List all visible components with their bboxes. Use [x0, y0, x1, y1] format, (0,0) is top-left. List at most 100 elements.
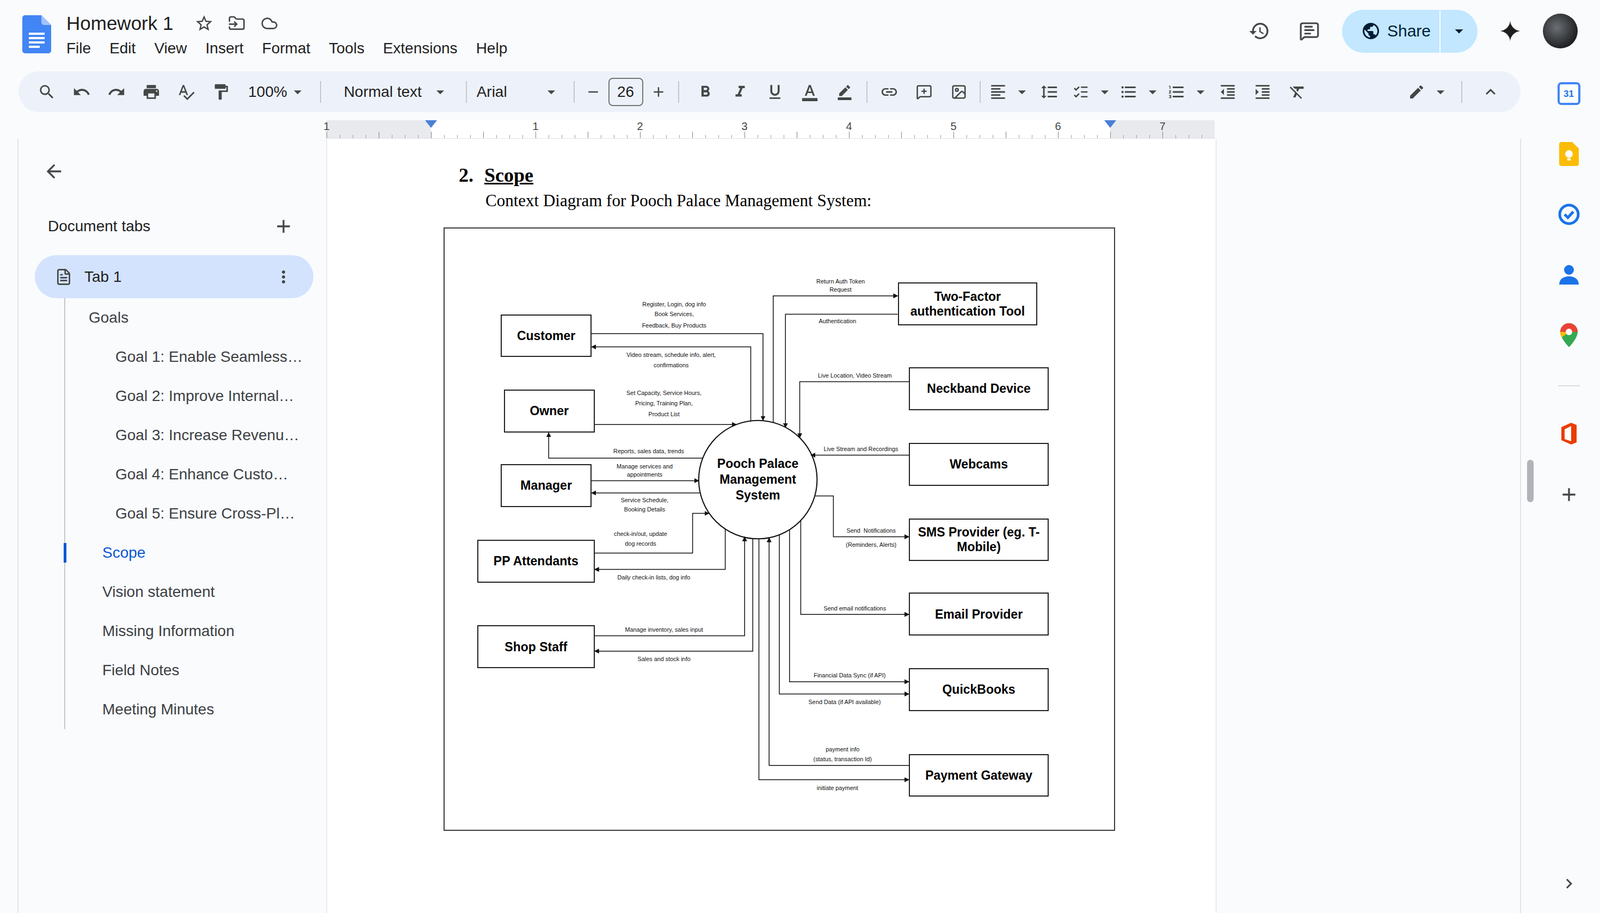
- share-button[interactable]: Share: [1342, 9, 1478, 53]
- dropdown-arrow[interactable]: [1430, 82, 1451, 102]
- bold-button[interactable]: [687, 76, 723, 108]
- external-entity: PP Attendants: [477, 539, 595, 583]
- dropdown-arrow[interactable]: [1142, 82, 1163, 102]
- add-comment-button[interactable]: [906, 76, 942, 108]
- underline-button[interactable]: [757, 76, 793, 108]
- outline-item[interactable]: Goal 1: Enable Seamless…: [65, 337, 327, 377]
- document-tab[interactable]: Tab 1: [34, 255, 314, 299]
- insert-link-button[interactable]: [871, 76, 907, 108]
- increase-indent-button[interactable]: [1245, 76, 1280, 108]
- panel-header: Document tabs: [18, 210, 327, 243]
- checklist-button[interactable]: [1066, 76, 1095, 108]
- line-spacing-button[interactable]: [1031, 76, 1067, 108]
- dropdown-arrow-icon: [288, 82, 307, 102]
- ruler-label: 6: [1054, 120, 1061, 133]
- move-button[interactable]: [220, 10, 254, 37]
- hide-side-panel-button[interactable]: [1559, 874, 1579, 894]
- account-avatar[interactable]: [1542, 13, 1578, 49]
- data-flow: Return Auth TokenRequest: [773, 278, 898, 423]
- editing-mode-button[interactable]: [1402, 76, 1431, 108]
- dropdown-arrow[interactable]: [431, 82, 450, 102]
- gemini-button[interactable]: [1492, 13, 1528, 49]
- spellcheck-button[interactable]: [168, 76, 204, 108]
- outline-item[interactable]: Meeting Minutes: [65, 690, 327, 730]
- hide-menus-button[interactable]: [1473, 76, 1509, 108]
- dropdown-arrow[interactable]: [542, 82, 561, 102]
- menu-item[interactable]: Tools: [322, 36, 371, 61]
- dropdown-arrow[interactable]: [287, 82, 309, 102]
- highlight-button[interactable]: [827, 76, 863, 108]
- flow-label: Request: [829, 286, 852, 293]
- menu-item[interactable]: Format: [255, 36, 318, 61]
- diagram-caption: Context Diagram for Pooch Palace Managem…: [485, 191, 1216, 211]
- font-dropdown[interactable]: Arial: [474, 76, 566, 108]
- maps-app-button[interactable]: [1552, 318, 1586, 352]
- dropdown-arrow[interactable]: [1094, 82, 1115, 102]
- search-menus-button[interactable]: [29, 76, 65, 108]
- italic-button[interactable]: [722, 76, 758, 108]
- calendar-app-button[interactable]: 31: [1552, 77, 1586, 110]
- clear-formatting-icon: [1288, 82, 1307, 102]
- zoom-dropdown[interactable]: 100%: [238, 76, 313, 108]
- document-page[interactable]: 2.ScopeContext Diagram for Pooch Palace …: [326, 138, 1217, 913]
- outline-item[interactable]: Missing Information: [65, 611, 327, 651]
- decrease-font-size-button[interactable]: [582, 76, 605, 108]
- contacts-app-button[interactable]: [1552, 258, 1586, 292]
- flow-label: Reports, sales data, trends: [613, 447, 685, 455]
- menu-item[interactable]: View: [147, 36, 194, 61]
- decrease-indent-button[interactable]: [1210, 76, 1246, 108]
- globe-icon: [1361, 21, 1381, 41]
- docs-logo-icon[interactable]: [22, 15, 52, 54]
- menu-item[interactable]: Insert: [199, 36, 251, 61]
- menu-item[interactable]: Extensions: [376, 36, 465, 61]
- data-flow: Send Notifications(Reminders, Alerts): [815, 496, 910, 549]
- redo-button[interactable]: [99, 76, 134, 108]
- get-addons-button[interactable]: [1552, 478, 1586, 512]
- outline-item[interactable]: Goal 3: Increase Revenu…: [65, 415, 327, 455]
- align-button[interactable]: [983, 76, 1013, 108]
- font-size-field[interactable]: 26: [608, 77, 644, 107]
- process-circle: [698, 420, 818, 540]
- increase-font-size-button[interactable]: [647, 76, 670, 108]
- data-flow: Authentication: [785, 314, 898, 428]
- scrollbar-thumb[interactable]: [1527, 459, 1534, 503]
- outline-item[interactable]: Goals: [65, 298, 327, 338]
- paint-format-button[interactable]: [203, 76, 239, 108]
- clear-formatting-button[interactable]: [1280, 76, 1315, 108]
- text-color-button[interactable]: [792, 76, 828, 108]
- outline-item[interactable]: Goal 2: Improve Internal…: [65, 376, 327, 416]
- add-tab-icon[interactable]: [272, 215, 295, 238]
- outline-item[interactable]: Goal 5: Ensure Cross-Pl…: [65, 494, 327, 534]
- flow-arrow: [594, 528, 726, 570]
- keep-app-button[interactable]: [1552, 137, 1586, 171]
- document-title[interactable]: Homework 1: [59, 12, 180, 35]
- outline-item[interactable]: Goal 4: Enhance Custo…: [65, 454, 327, 495]
- menu-item[interactable]: Help: [469, 36, 515, 61]
- numbered-list-button[interactable]: [1162, 76, 1191, 108]
- flow-label: Manage inventory, sales input: [624, 626, 703, 633]
- menu-item[interactable]: File: [59, 36, 98, 61]
- title-block: Homework 1FileEditViewInsertFormatToolsE…: [59, 10, 514, 61]
- star-button[interactable]: [187, 10, 221, 37]
- more-options-icon: [273, 267, 294, 287]
- tasks-app-button[interactable]: [1552, 198, 1586, 231]
- outline-item[interactable]: Vision statement: [65, 572, 327, 612]
- menu-item[interactable]: Edit: [102, 36, 143, 61]
- paragraph-style-dropdown[interactable]: Normal text: [328, 76, 459, 108]
- undo-button[interactable]: [64, 76, 100, 108]
- save-status-button[interactable]: [253, 10, 286, 37]
- close-panel-button[interactable]: [18, 155, 327, 188]
- addon-app-button[interactable]: [1552, 417, 1586, 451]
- flow-label: Feedback, Buy Products: [642, 322, 707, 329]
- version-history-button[interactable]: [1241, 13, 1277, 49]
- checklist-icon: [1072, 83, 1089, 101]
- dropdown-arrow[interactable]: [1190, 82, 1211, 102]
- insert-image-button[interactable]: [941, 76, 977, 108]
- outline-item[interactable]: Field Notes: [65, 650, 327, 691]
- bulleted-list-button[interactable]: [1114, 76, 1143, 108]
- print-button[interactable]: [133, 76, 169, 108]
- outline-item[interactable]: Scope: [65, 533, 327, 573]
- dropdown-arrow[interactable]: [1012, 82, 1032, 102]
- external-entity: Payment Gateway: [908, 754, 1049, 798]
- comments-button[interactable]: [1291, 13, 1327, 49]
